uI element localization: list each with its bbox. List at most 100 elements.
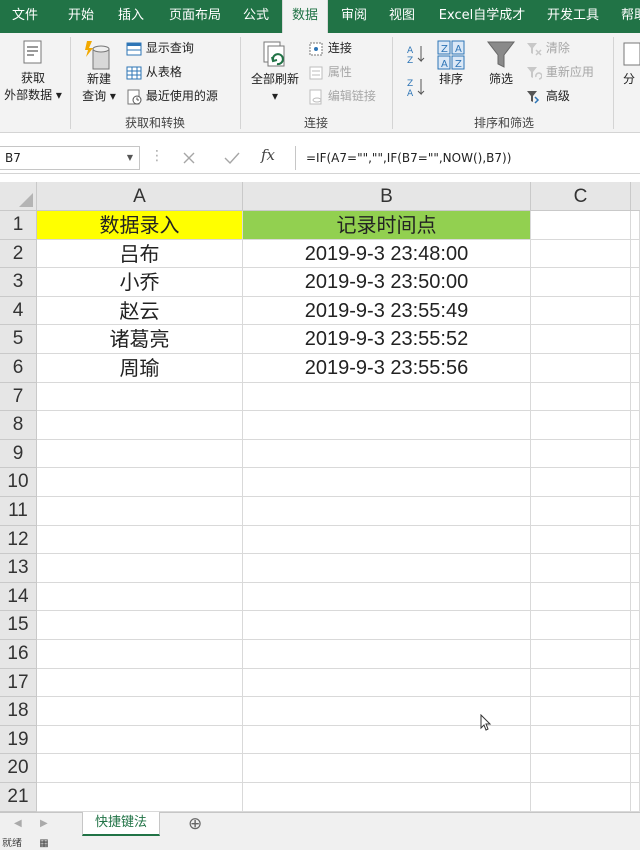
- select-all-corner[interactable]: [0, 182, 37, 211]
- cell-b[interactable]: 2019-9-3 23:55:52: [243, 325, 531, 354]
- cell-d[interactable]: [631, 725, 640, 755]
- cell-b[interactable]: [243, 754, 531, 783]
- cell-d[interactable]: [631, 239, 640, 269]
- row-header[interactable]: 4: [0, 296, 37, 326]
- cell-a1-header[interactable]: 数据录入: [37, 211, 243, 240]
- recent-sources-button[interactable]: 最近使用的源: [126, 85, 218, 107]
- scroll-right-icon[interactable]: ▶: [40, 818, 48, 829]
- name-box[interactable]: B7 ▼: [0, 146, 140, 170]
- cell-c[interactable]: [531, 525, 631, 555]
- tab-excel-self-study[interactable]: Excel自学成才: [430, 0, 534, 33]
- row-header[interactable]: 14: [0, 582, 37, 612]
- cell-a[interactable]: [37, 439, 243, 469]
- cell-b[interactable]: [243, 411, 531, 440]
- cell-c[interactable]: [531, 239, 631, 269]
- cell-b[interactable]: 2019-9-3 23:55:56: [243, 354, 531, 383]
- sheet-tab-shortcut[interactable]: 快捷键法: [82, 812, 160, 836]
- cell-b[interactable]: [243, 468, 531, 497]
- cell-d[interactable]: [631, 783, 640, 812]
- cell-d[interactable]: [631, 439, 640, 469]
- tab-developer[interactable]: 开发工具: [540, 0, 606, 33]
- worksheet-grid[interactable]: A B C 1 2 3 4 5 6 7 8 9 10 11 12 13 14 15 16 17 18 19 20 21 …: [0, 182, 640, 812]
- cell-c[interactable]: [531, 640, 631, 669]
- cell-d[interactable]: [631, 611, 640, 640]
- formula-input[interactable]: =IF(A7="","",IF(B7="",NOW(),B7)): [295, 146, 640, 170]
- tab-file[interactable]: 文件: [0, 0, 50, 33]
- reapply-button[interactable]: 重新应用: [526, 61, 594, 83]
- cell-a[interactable]: [37, 497, 243, 526]
- cell-a[interactable]: [37, 783, 243, 812]
- cell-c[interactable]: [531, 611, 631, 640]
- cell-d[interactable]: [631, 754, 640, 783]
- cell-d[interactable]: [631, 211, 640, 240]
- cell-c[interactable]: [531, 382, 631, 412]
- filter-button[interactable]: 筛选: [480, 39, 522, 88]
- sort-ascending-button[interactable]: A Z: [406, 43, 426, 65]
- cell-d[interactable]: [631, 268, 640, 297]
- cell-a[interactable]: 赵云: [37, 296, 243, 326]
- advanced-filter-button[interactable]: 高级: [526, 85, 570, 107]
- add-sheet-icon[interactable]: ⊕: [188, 814, 202, 834]
- cell-c[interactable]: [531, 411, 631, 440]
- column-header-d-partial[interactable]: [631, 182, 640, 211]
- cell-c[interactable]: [531, 468, 631, 497]
- cell-c[interactable]: [531, 668, 631, 698]
- column-header-a[interactable]: A: [37, 182, 243, 211]
- cell-a[interactable]: 吕布: [37, 239, 243, 269]
- cell-c[interactable]: [531, 783, 631, 812]
- row-header[interactable]: 3: [0, 268, 37, 297]
- cell-c[interactable]: [531, 354, 631, 383]
- column-header-b[interactable]: B: [243, 182, 531, 211]
- cell-a[interactable]: [37, 725, 243, 755]
- cell-b[interactable]: [243, 554, 531, 583]
- row-header[interactable]: 16: [0, 640, 37, 669]
- cell-a[interactable]: 周瑜: [37, 354, 243, 383]
- cell-a[interactable]: 小乔: [37, 268, 243, 297]
- sort-button[interactable]: Z A A Z 排序: [432, 39, 470, 88]
- cell-a[interactable]: [37, 525, 243, 555]
- cell-a[interactable]: [37, 697, 243, 726]
- cell-d[interactable]: [631, 325, 640, 354]
- row-header[interactable]: 7: [0, 382, 37, 412]
- cell-d[interactable]: [631, 525, 640, 555]
- row-header[interactable]: 19: [0, 725, 37, 755]
- tab-data[interactable]: 数据: [282, 0, 328, 33]
- cut-off-button[interactable]: 分: [618, 39, 640, 88]
- connections-button[interactable]: 连接: [308, 37, 352, 59]
- cell-c[interactable]: [531, 725, 631, 755]
- from-table-button[interactable]: 从表格: [126, 61, 182, 83]
- macro-record-icon[interactable]: ▦: [39, 838, 48, 849]
- row-header[interactable]: 13: [0, 554, 37, 583]
- cell-b[interactable]: [243, 525, 531, 555]
- row-header[interactable]: 1: [0, 211, 37, 240]
- refresh-all-button[interactable]: 全部刷新 ▾: [246, 39, 304, 105]
- cell-a[interactable]: [37, 582, 243, 612]
- cell-c[interactable]: [531, 268, 631, 297]
- cell-c[interactable]: [531, 325, 631, 354]
- cell-d[interactable]: [631, 554, 640, 583]
- edit-links-button[interactable]: 编辑链接: [308, 85, 376, 107]
- row-header[interactable]: 18: [0, 697, 37, 726]
- row-header[interactable]: 17: [0, 668, 37, 698]
- column-header-c[interactable]: C: [531, 182, 631, 211]
- cell-b[interactable]: 2019-9-3 23:50:00: [243, 268, 531, 297]
- row-header[interactable]: 9: [0, 439, 37, 469]
- cell-b[interactable]: [243, 382, 531, 412]
- cell-a[interactable]: [37, 554, 243, 583]
- cell-b[interactable]: 2019-9-3 23:48:00: [243, 239, 531, 269]
- cell-c[interactable]: [531, 296, 631, 326]
- cell-d[interactable]: [631, 411, 640, 440]
- cell-a[interactable]: [37, 640, 243, 669]
- cell-a[interactable]: [37, 611, 243, 640]
- tab-page-layout[interactable]: 页面布局: [158, 0, 232, 33]
- cell-b[interactable]: [243, 497, 531, 526]
- row-header[interactable]: 15: [0, 611, 37, 640]
- row-header[interactable]: 20: [0, 754, 37, 783]
- cell-b[interactable]: [243, 611, 531, 640]
- cell-a[interactable]: [37, 668, 243, 698]
- cell-a[interactable]: [37, 411, 243, 440]
- tab-formulas[interactable]: 公式: [234, 0, 278, 33]
- cell-b[interactable]: [243, 582, 531, 612]
- tab-home[interactable]: 开始: [58, 0, 104, 33]
- tab-help[interactable]: 帮助: [614, 0, 640, 33]
